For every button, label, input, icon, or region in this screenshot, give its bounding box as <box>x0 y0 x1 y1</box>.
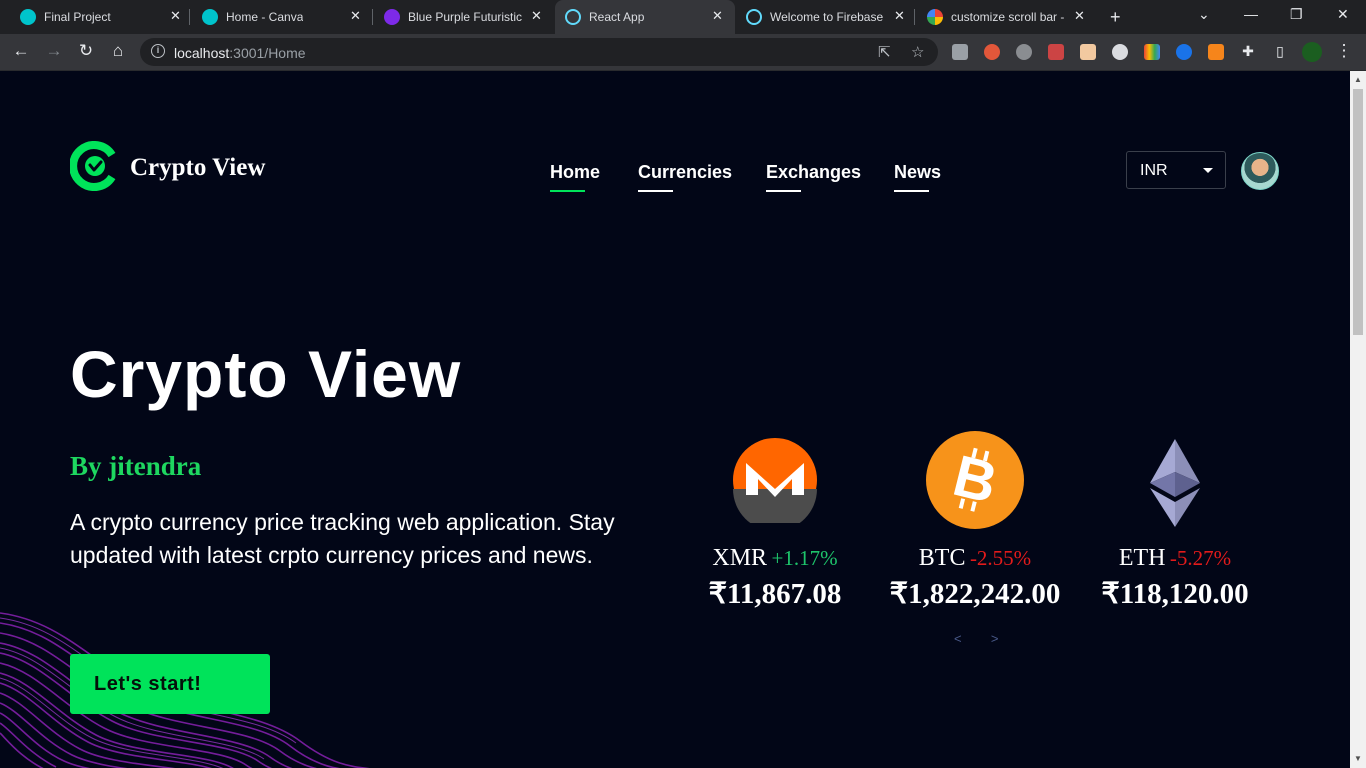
browser-tab-bar: Final Project ✕ Home - Canva ✕ Blue Purp… <box>0 0 1366 34</box>
bitcoin-icon: B <box>926 431 1024 529</box>
hero-byline: By jitendra <box>70 451 202 481</box>
coin-price: ₹1,822,242.00 <box>889 578 1061 610</box>
coin-card-btc[interactable]: B <box>895 431 1055 529</box>
coin-info-btc: BTC -2.55% ₹1,822,242.00 <box>870 545 1080 611</box>
lets-start-button[interactable]: Let's start! <box>70 654 270 714</box>
url-host: localhost <box>174 45 230 61</box>
close-tab-icon[interactable]: ✕ <box>894 8 905 24</box>
scroll-up-arrow-icon[interactable]: ▲ <box>1354 75 1362 84</box>
carousel-next-button[interactable]: > <box>991 631 999 646</box>
coin-price: ₹11,867.08 <box>708 578 842 610</box>
coin-change: -5.27% <box>1169 546 1232 570</box>
close-tab-icon[interactable]: ✕ <box>170 8 181 24</box>
currency-select[interactable]: INR <box>1126 151 1226 189</box>
hero-title: Crypto View <box>70 337 462 411</box>
coin-change: -2.55% <box>969 546 1032 570</box>
restore-icon[interactable]: ❐ <box>1290 6 1303 23</box>
side-panel-icon[interactable]: ▯ <box>1268 43 1292 60</box>
browser-tab[interactable]: Welcome to Firebase ✕ <box>737 0 915 34</box>
back-arrow-icon[interactable]: ← <box>9 41 33 61</box>
site-info-icon[interactable]: i <box>151 44 165 58</box>
ethereum-icon <box>1150 439 1200 527</box>
user-avatar[interactable] <box>1241 152 1279 190</box>
new-tab-plus-icon[interactable]: + <box>1110 7 1121 28</box>
extension-icon[interactable] <box>1112 44 1128 60</box>
tab-title: Blue Purple Futuristic <box>408 10 523 24</box>
react-favicon-icon <box>565 9 581 25</box>
extension-icon[interactable] <box>1016 44 1032 60</box>
close-tab-icon[interactable]: ✕ <box>1074 8 1085 24</box>
nav-news[interactable]: News <box>894 162 941 192</box>
url-text: localhost:3001/Home <box>174 45 306 61</box>
coin-info-eth: ETH -5.27% ₹118,120.00 <box>1080 545 1270 611</box>
extension-icon[interactable] <box>1144 44 1160 60</box>
coin-symbol: BTC <box>918 545 966 571</box>
home-icon[interactable]: ⌂ <box>106 41 130 61</box>
browser-menu-icon[interactable]: ⋮ <box>1332 41 1356 61</box>
carousel-controls: < > <box>954 631 998 646</box>
extension-icon[interactable] <box>952 44 968 60</box>
reload-icon[interactable]: ↻ <box>74 41 98 61</box>
close-tab-icon[interactable]: ✕ <box>531 8 542 24</box>
canva-favicon-icon <box>384 9 400 25</box>
close-tab-icon[interactable]: ✕ <box>712 8 723 24</box>
react-favicon-icon <box>746 9 762 25</box>
share-icon[interactable]: ⇱ <box>878 43 891 61</box>
browser-tab[interactable]: Final Project ✕ <box>0 0 190 34</box>
tab-title: Welcome to Firebase <box>770 10 884 24</box>
close-tab-icon[interactable]: ✕ <box>350 8 361 24</box>
minimize-icon[interactable]: — <box>1244 6 1258 22</box>
site-logo-text[interactable]: Crypto View <box>130 154 265 182</box>
tab-title: customize scroll bar - <box>951 10 1065 24</box>
bookmark-star-icon[interactable]: ☆ <box>911 43 924 61</box>
web-page: Crypto View Home Currencies Exchanges Ne… <box>0 71 1350 768</box>
nav-currencies[interactable]: Currencies <box>638 162 732 192</box>
page-scrollbar[interactable]: ▲ ▼ <box>1350 71 1366 768</box>
browser-tab-active[interactable]: React App ✕ <box>555 0 735 34</box>
tab-search-chevron-icon[interactable]: ⌄ <box>1198 6 1210 23</box>
profile-avatar-icon[interactable] <box>1302 42 1322 62</box>
browser-tab[interactable]: Blue Purple Futuristic ✕ <box>373 0 553 34</box>
browser-toolbar: ← → ↻ ⌂ i localhost:3001/Home ⇱ ☆ ✚ ▯ ⋮ <box>0 34 1366 71</box>
caret-down-icon <box>1203 168 1213 173</box>
metamask-fox-icon[interactable] <box>1208 44 1224 60</box>
crypto-view-logo-icon <box>70 141 116 191</box>
extension-icon[interactable] <box>1048 44 1064 60</box>
currency-select-value: INR <box>1140 162 1168 179</box>
browser-tab[interactable]: Home - Canva ✕ <box>190 0 373 34</box>
canva-favicon-icon <box>202 9 218 25</box>
extension-icon[interactable] <box>1080 44 1096 60</box>
tab-title: React App <box>589 10 645 24</box>
tab-title: Home - Canva <box>226 10 304 24</box>
coin-card-eth[interactable] <box>1095 431 1255 529</box>
address-bar[interactable]: i localhost:3001/Home ⇱ ☆ <box>140 38 938 66</box>
nav-exchanges[interactable]: Exchanges <box>766 162 861 192</box>
nav-home[interactable]: Home <box>550 162 600 192</box>
coin-symbol: ETH <box>1118 545 1166 571</box>
hero-description: A crypto currency price tracking web app… <box>70 509 615 568</box>
coin-card-xmr[interactable] <box>695 431 855 523</box>
scroll-down-arrow-icon[interactable]: ▼ <box>1354 754 1362 763</box>
extension-icon[interactable] <box>1176 44 1192 60</box>
carousel-prev-button[interactable]: < <box>954 631 962 646</box>
extension-icon[interactable] <box>984 44 1000 60</box>
window-close-icon[interactable]: ✕ <box>1337 6 1349 23</box>
canva-favicon-icon <box>20 9 36 25</box>
google-favicon-icon <box>927 9 943 25</box>
coin-info-xmr: XMR +1.17% ₹11,867.08 <box>685 545 865 611</box>
coin-change: +1.17% <box>771 546 838 570</box>
coin-symbol: XMR <box>712 545 768 571</box>
coin-price: ₹118,120.00 <box>1101 578 1249 610</box>
scrollbar-thumb[interactable] <box>1353 89 1363 335</box>
puzzle-extensions-icon[interactable]: ✚ <box>1236 43 1260 60</box>
tab-title: Final Project <box>44 10 111 24</box>
browser-tab[interactable]: customize scroll bar - ✕ <box>915 0 1097 34</box>
url-path: :3001/Home <box>229 45 306 61</box>
forward-arrow-icon[interactable]: → <box>42 41 66 61</box>
monero-icon <box>733 438 817 523</box>
